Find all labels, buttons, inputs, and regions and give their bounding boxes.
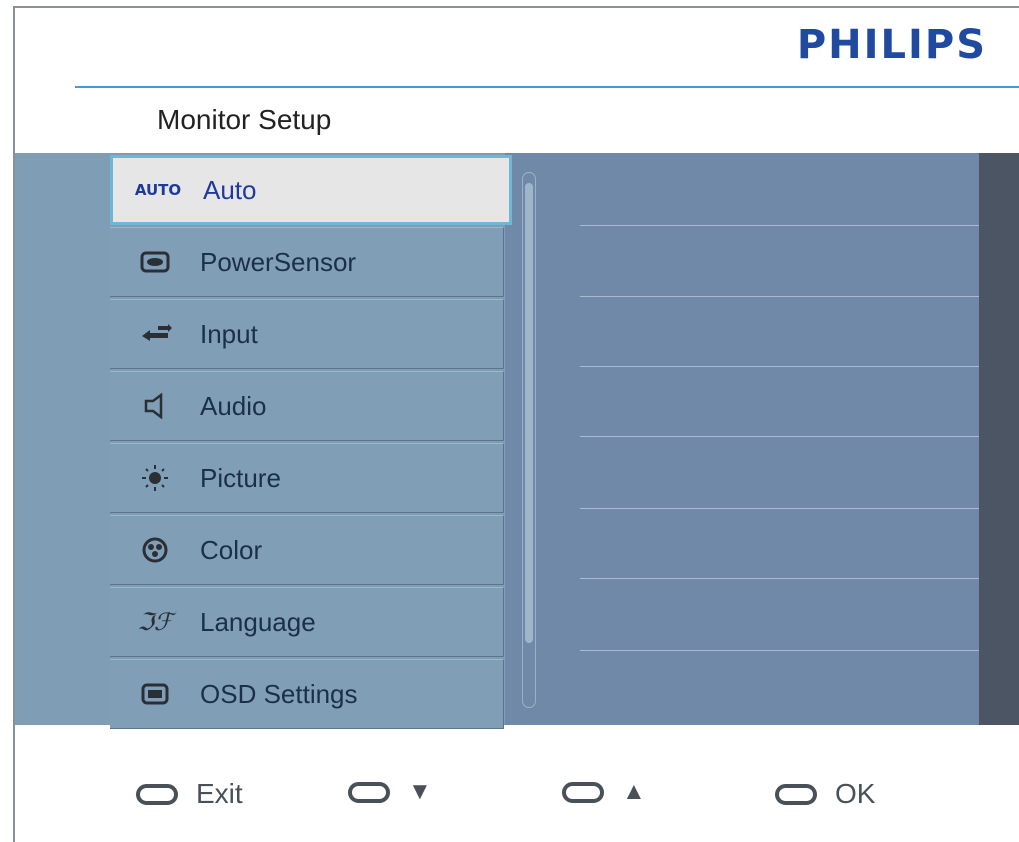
menu-item-label: PowerSensor	[200, 246, 357, 277]
button-pill-icon	[562, 781, 604, 803]
brightness-icon	[110, 463, 200, 493]
submenu-divider	[580, 508, 979, 509]
button-pill-icon	[775, 783, 817, 805]
menu-item-osd-settings[interactable]: OSD Settings	[110, 659, 504, 729]
menu-item-label: Auto	[203, 174, 257, 205]
scrollbar-thumb[interactable]	[525, 183, 533, 643]
speaker-icon	[110, 393, 200, 419]
submenu-divider	[580, 366, 979, 367]
language-icon: ℑℱ	[137, 608, 173, 636]
submenu-area	[505, 153, 979, 725]
main-menu: AUTO Auto PowerSensor Input Audio Pictur…	[110, 155, 512, 731]
footer-controls: Exit ▼ ▲ OK	[0, 760, 1019, 830]
menu-item-label: Input	[200, 318, 258, 349]
menu-item-color[interactable]: Color	[110, 515, 504, 585]
auto-icon: AUTO	[134, 181, 182, 199]
exit-label: Exit	[196, 778, 243, 809]
frame-top-border	[13, 6, 1019, 8]
eye-icon	[110, 251, 200, 273]
menu-item-powersensor[interactable]: PowerSensor	[110, 227, 504, 297]
input-icon	[110, 324, 200, 344]
menu-item-picture[interactable]: Picture	[110, 443, 504, 513]
brand-logo: PHILIPS	[796, 22, 987, 68]
right-edge-strip	[979, 153, 1019, 725]
submenu-divider	[580, 225, 979, 226]
exit-button[interactable]: Exit	[136, 778, 243, 810]
osd-icon	[110, 683, 200, 705]
menu-item-label: Picture	[200, 462, 281, 493]
submenu-divider	[580, 650, 979, 651]
header-divider	[75, 86, 1019, 88]
menu-item-audio[interactable]: Audio	[110, 371, 504, 441]
menu-item-label: Color	[200, 534, 263, 565]
menu-item-label: Audio	[200, 390, 267, 421]
down-arrow-icon: ▼	[408, 778, 432, 805]
up-arrow-icon: ▲	[622, 778, 646, 805]
menu-item-input[interactable]: Input	[110, 299, 504, 369]
up-button[interactable]: ▲	[562, 778, 646, 806]
ok-button[interactable]: OK	[775, 778, 875, 810]
menu-item-label: OSD Settings	[200, 678, 358, 709]
down-button[interactable]: ▼	[348, 778, 432, 806]
submenu-divider	[580, 296, 979, 297]
submenu-divider	[580, 436, 979, 437]
page-title: Monitor Setup	[157, 104, 332, 135]
menu-scrollbar[interactable]	[522, 172, 536, 708]
button-pill-icon	[136, 783, 178, 805]
menu-item-language[interactable]: ℑℱ Language	[110, 587, 504, 657]
color-palette-icon	[110, 537, 200, 563]
ok-label: OK	[835, 778, 876, 809]
menu-item-label: Language	[200, 606, 316, 637]
menu-item-auto[interactable]: AUTO Auto	[110, 155, 512, 225]
submenu-divider	[580, 578, 979, 579]
button-pill-icon	[348, 781, 390, 803]
